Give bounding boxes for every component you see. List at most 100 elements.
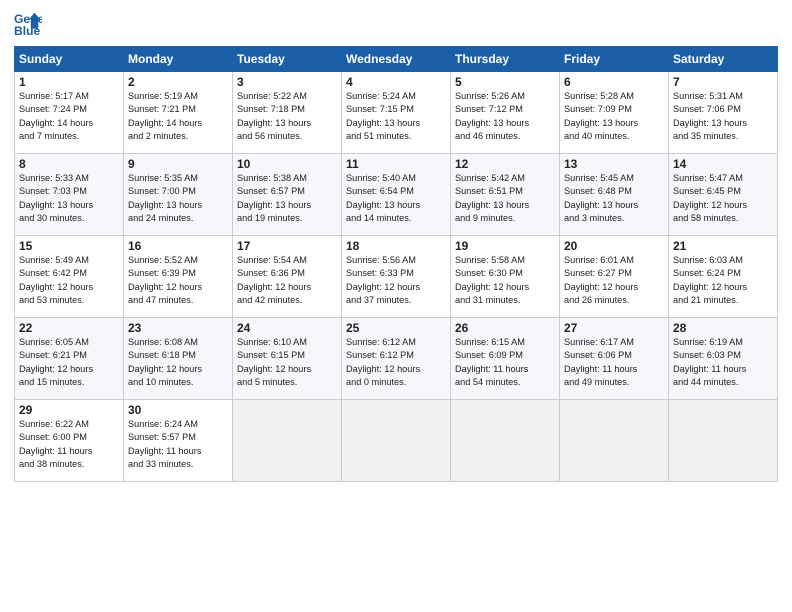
day-number: 5 [455,75,555,89]
calendar-cell: 5Sunrise: 5:26 AM Sunset: 7:12 PM Daylig… [451,72,560,154]
day-info: Sunrise: 5:54 AM Sunset: 6:36 PM Dayligh… [237,254,337,307]
day-number: 13 [564,157,664,171]
calendar-cell: 7Sunrise: 5:31 AM Sunset: 7:06 PM Daylig… [669,72,778,154]
day-number: 19 [455,239,555,253]
day-info: Sunrise: 5:47 AM Sunset: 6:45 PM Dayligh… [673,172,773,225]
day-number: 7 [673,75,773,89]
page: General Blue SundayMondayTuesdayWednesda… [0,0,792,612]
calendar-cell [233,400,342,482]
day-header-saturday: Saturday [669,47,778,72]
day-info: Sunrise: 5:52 AM Sunset: 6:39 PM Dayligh… [128,254,228,307]
calendar-cell: 22Sunrise: 6:05 AM Sunset: 6:21 PM Dayli… [15,318,124,400]
calendar-cell: 23Sunrise: 6:08 AM Sunset: 6:18 PM Dayli… [124,318,233,400]
logo-icon: General Blue [14,10,42,38]
day-info: Sunrise: 6:19 AM Sunset: 6:03 PM Dayligh… [673,336,773,389]
day-info: Sunrise: 6:10 AM Sunset: 6:15 PM Dayligh… [237,336,337,389]
day-info: Sunrise: 5:45 AM Sunset: 6:48 PM Dayligh… [564,172,664,225]
day-number: 17 [237,239,337,253]
logo: General Blue [14,10,42,38]
day-number: 25 [346,321,446,335]
day-number: 28 [673,321,773,335]
day-header-sunday: Sunday [15,47,124,72]
day-info: Sunrise: 5:17 AM Sunset: 7:24 PM Dayligh… [19,90,119,143]
day-header-tuesday: Tuesday [233,47,342,72]
calendar-cell: 16Sunrise: 5:52 AM Sunset: 6:39 PM Dayli… [124,236,233,318]
calendar-cell: 10Sunrise: 5:38 AM Sunset: 6:57 PM Dayli… [233,154,342,236]
day-info: Sunrise: 5:42 AM Sunset: 6:51 PM Dayligh… [455,172,555,225]
calendar-cell: 27Sunrise: 6:17 AM Sunset: 6:06 PM Dayli… [560,318,669,400]
header: General Blue [14,10,778,38]
day-number: 9 [128,157,228,171]
day-number: 3 [237,75,337,89]
day-info: Sunrise: 6:08 AM Sunset: 6:18 PM Dayligh… [128,336,228,389]
calendar-cell: 28Sunrise: 6:19 AM Sunset: 6:03 PM Dayli… [669,318,778,400]
calendar-cell: 18Sunrise: 5:56 AM Sunset: 6:33 PM Dayli… [342,236,451,318]
day-number: 15 [19,239,119,253]
calendar-cell: 4Sunrise: 5:24 AM Sunset: 7:15 PM Daylig… [342,72,451,154]
day-number: 29 [19,403,119,417]
day-number: 2 [128,75,228,89]
calendar-cell [669,400,778,482]
calendar-cell: 11Sunrise: 5:40 AM Sunset: 6:54 PM Dayli… [342,154,451,236]
calendar-cell: 29Sunrise: 6:22 AM Sunset: 6:00 PM Dayli… [15,400,124,482]
calendar-cell: 24Sunrise: 6:10 AM Sunset: 6:15 PM Dayli… [233,318,342,400]
day-info: Sunrise: 6:22 AM Sunset: 6:00 PM Dayligh… [19,418,119,471]
week-row-2: 8Sunrise: 5:33 AM Sunset: 7:03 PM Daylig… [15,154,778,236]
calendar-cell [560,400,669,482]
calendar-cell: 2Sunrise: 5:19 AM Sunset: 7:21 PM Daylig… [124,72,233,154]
week-row-5: 29Sunrise: 6:22 AM Sunset: 6:00 PM Dayli… [15,400,778,482]
day-info: Sunrise: 5:49 AM Sunset: 6:42 PM Dayligh… [19,254,119,307]
day-number: 30 [128,403,228,417]
calendar-cell: 21Sunrise: 6:03 AM Sunset: 6:24 PM Dayli… [669,236,778,318]
day-info: Sunrise: 6:01 AM Sunset: 6:27 PM Dayligh… [564,254,664,307]
calendar-cell: 26Sunrise: 6:15 AM Sunset: 6:09 PM Dayli… [451,318,560,400]
calendar-cell: 12Sunrise: 5:42 AM Sunset: 6:51 PM Dayli… [451,154,560,236]
calendar-cell: 20Sunrise: 6:01 AM Sunset: 6:27 PM Dayli… [560,236,669,318]
day-info: Sunrise: 5:28 AM Sunset: 7:09 PM Dayligh… [564,90,664,143]
day-info: Sunrise: 6:05 AM Sunset: 6:21 PM Dayligh… [19,336,119,389]
day-number: 12 [455,157,555,171]
calendar-cell [451,400,560,482]
calendar-cell: 30Sunrise: 6:24 AM Sunset: 5:57 PM Dayli… [124,400,233,482]
day-number: 1 [19,75,119,89]
day-number: 20 [564,239,664,253]
day-number: 6 [564,75,664,89]
day-info: Sunrise: 5:26 AM Sunset: 7:12 PM Dayligh… [455,90,555,143]
day-header-monday: Monday [124,47,233,72]
calendar-cell: 13Sunrise: 5:45 AM Sunset: 6:48 PM Dayli… [560,154,669,236]
day-header-thursday: Thursday [451,47,560,72]
calendar-table: SundayMondayTuesdayWednesdayThursdayFrid… [14,46,778,482]
calendar-cell: 25Sunrise: 6:12 AM Sunset: 6:12 PM Dayli… [342,318,451,400]
day-info: Sunrise: 6:03 AM Sunset: 6:24 PM Dayligh… [673,254,773,307]
day-number: 21 [673,239,773,253]
day-info: Sunrise: 5:58 AM Sunset: 6:30 PM Dayligh… [455,254,555,307]
calendar-cell: 1Sunrise: 5:17 AM Sunset: 7:24 PM Daylig… [15,72,124,154]
day-info: Sunrise: 6:12 AM Sunset: 6:12 PM Dayligh… [346,336,446,389]
day-header-wednesday: Wednesday [342,47,451,72]
day-number: 16 [128,239,228,253]
day-number: 4 [346,75,446,89]
day-info: Sunrise: 6:17 AM Sunset: 6:06 PM Dayligh… [564,336,664,389]
week-row-4: 22Sunrise: 6:05 AM Sunset: 6:21 PM Dayli… [15,318,778,400]
day-header-friday: Friday [560,47,669,72]
day-info: Sunrise: 5:33 AM Sunset: 7:03 PM Dayligh… [19,172,119,225]
day-number: 10 [237,157,337,171]
day-number: 8 [19,157,119,171]
week-row-1: 1Sunrise: 5:17 AM Sunset: 7:24 PM Daylig… [15,72,778,154]
day-number: 11 [346,157,446,171]
day-number: 23 [128,321,228,335]
day-info: Sunrise: 5:56 AM Sunset: 6:33 PM Dayligh… [346,254,446,307]
day-info: Sunrise: 5:19 AM Sunset: 7:21 PM Dayligh… [128,90,228,143]
day-info: Sunrise: 5:38 AM Sunset: 6:57 PM Dayligh… [237,172,337,225]
calendar-cell: 3Sunrise: 5:22 AM Sunset: 7:18 PM Daylig… [233,72,342,154]
day-info: Sunrise: 5:24 AM Sunset: 7:15 PM Dayligh… [346,90,446,143]
day-info: Sunrise: 5:31 AM Sunset: 7:06 PM Dayligh… [673,90,773,143]
calendar-cell: 19Sunrise: 5:58 AM Sunset: 6:30 PM Dayli… [451,236,560,318]
day-info: Sunrise: 5:22 AM Sunset: 7:18 PM Dayligh… [237,90,337,143]
header-row: SundayMondayTuesdayWednesdayThursdayFrid… [15,47,778,72]
day-number: 18 [346,239,446,253]
calendar-cell: 8Sunrise: 5:33 AM Sunset: 7:03 PM Daylig… [15,154,124,236]
day-number: 27 [564,321,664,335]
calendar-cell: 14Sunrise: 5:47 AM Sunset: 6:45 PM Dayli… [669,154,778,236]
calendar-cell [342,400,451,482]
